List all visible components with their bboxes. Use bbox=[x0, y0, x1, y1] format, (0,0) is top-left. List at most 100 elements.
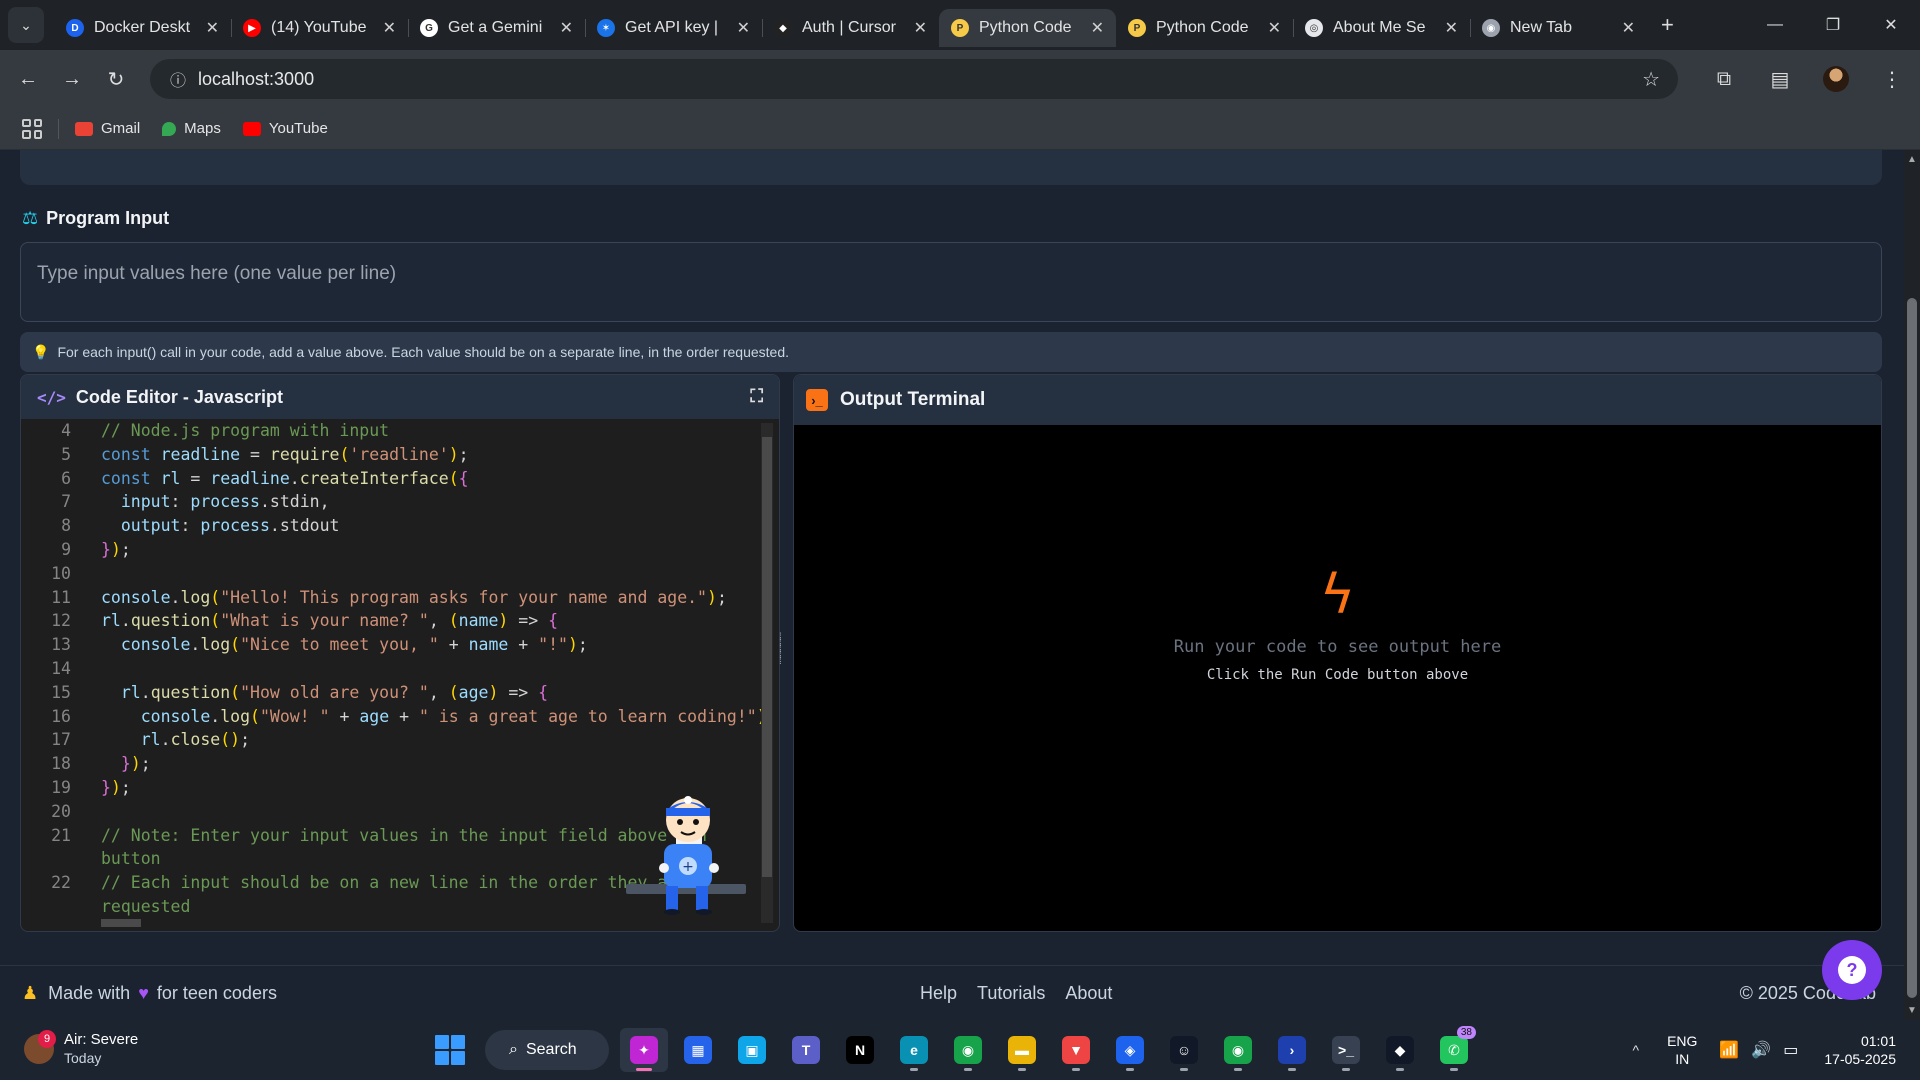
tab-close-icon[interactable]: ✕ bbox=[914, 18, 927, 38]
taskbar-app[interactable]: ✦ bbox=[620, 1028, 668, 1072]
panel-resize-handle[interactable]: ⁞ ⁞ ⁞ ⁞ ⁞ bbox=[779, 633, 791, 675]
code-text: console.log("Wow! " + age + " is a great… bbox=[140, 706, 761, 726]
code-line[interactable]: 7 input: process.stdin, bbox=[21, 490, 761, 514]
tab-close-icon[interactable]: ✕ bbox=[383, 18, 396, 38]
new-tab-button[interactable]: + bbox=[1661, 12, 1674, 38]
code-line[interactable]: 10 bbox=[21, 562, 761, 586]
browser-tab[interactable]: P Python Code ✕ bbox=[939, 9, 1116, 47]
forward-icon[interactable]: → bbox=[50, 68, 94, 91]
taskbar-app[interactable]: › bbox=[1268, 1028, 1316, 1072]
taskbar-app[interactable]: ◈ bbox=[1106, 1028, 1154, 1072]
footer-link-about[interactable]: About bbox=[1065, 983, 1112, 1004]
taskbar-app[interactable]: ▣ bbox=[728, 1028, 776, 1072]
taskbar-app[interactable]: ◆ bbox=[1376, 1028, 1424, 1072]
taskbar-app[interactable]: N bbox=[836, 1028, 884, 1072]
taskbar-app[interactable]: >_ bbox=[1322, 1028, 1370, 1072]
program-input-area[interactable] bbox=[20, 242, 1882, 322]
code-line[interactable]: 15 rl.question("How old are you? ", (age… bbox=[21, 681, 761, 705]
editor-vertical-scrollbar[interactable] bbox=[761, 423, 773, 923]
taskbar-app[interactable]: ▬ bbox=[998, 1028, 1046, 1072]
reload-icon[interactable]: ↻ bbox=[94, 67, 138, 92]
site-info-icon[interactable]: ⓘ bbox=[158, 67, 198, 91]
windows-start-icon[interactable] bbox=[435, 1035, 465, 1065]
minimize-icon[interactable]: — bbox=[1746, 0, 1804, 50]
address-bar[interactable]: ⓘ localhost:3000 ☆ bbox=[150, 59, 1678, 99]
tab-search-button[interactable]: ⌄ bbox=[8, 7, 44, 43]
browser-tab[interactable]: ◆ Auth | Cursor ✕ bbox=[762, 9, 939, 47]
code-line[interactable]: 17 rl.close(); bbox=[21, 728, 761, 752]
code-line[interactable]: 14 bbox=[21, 657, 761, 681]
taskbar-app[interactable]: ◉ bbox=[1214, 1028, 1262, 1072]
restore-icon[interactable]: ❐ bbox=[1804, 0, 1862, 50]
bookmark-maps[interactable]: Maps bbox=[162, 120, 221, 137]
code-line[interactable]: 9}); bbox=[21, 538, 761, 562]
program-input-field[interactable] bbox=[21, 243, 1881, 321]
code-line[interactable]: 5 const readline = require('readline'); bbox=[21, 443, 761, 467]
code-line[interactable]: 16 console.log("Wow! " + age + " is a gr… bbox=[21, 705, 761, 729]
profile-avatar[interactable] bbox=[1808, 66, 1864, 92]
bookmark-star-icon[interactable]: ☆ bbox=[1642, 67, 1660, 92]
system-tray: ^ ENG IN 📶 🔊 ▭ 01:01 17-05-2025 bbox=[1632, 1020, 1920, 1080]
taskbar-app[interactable]: ✆ 38 bbox=[1430, 1026, 1478, 1072]
input-tip: 💡 For each input() call in your code, ad… bbox=[20, 332, 1882, 372]
taskbar-app[interactable]: ☺ bbox=[1160, 1028, 1208, 1072]
footer-link-help[interactable]: Help bbox=[920, 983, 957, 1004]
browser-tab[interactable]: ▶ (14) YouTube ✕ bbox=[231, 9, 408, 47]
weather-widget[interactable]: 9 Air: Severe Today bbox=[24, 1030, 138, 1068]
taskbar-search[interactable]: ⌕ Search bbox=[485, 1030, 609, 1070]
help-button[interactable]: ? bbox=[1822, 940, 1882, 1000]
code-text: input: process.stdin, bbox=[120, 492, 330, 512]
line-number: 11 bbox=[51, 587, 71, 607]
close-window-icon[interactable]: ✕ bbox=[1862, 0, 1920, 50]
code-line[interactable]: 12 rl.question("What is your name? ", (na… bbox=[21, 609, 761, 633]
volume-icon[interactable]: 🔊 bbox=[1751, 1040, 1771, 1060]
bookmark-gmail[interactable]: Gmail bbox=[75, 120, 140, 137]
tab-close-icon[interactable]: ✕ bbox=[560, 18, 573, 38]
line-number: 16 bbox=[51, 706, 71, 726]
extensions-icon[interactable]: ⧉ bbox=[1696, 68, 1752, 91]
show-hidden-icons[interactable]: ^ bbox=[1632, 1042, 1639, 1058]
language-indicator[interactable]: ENG IN bbox=[1667, 1032, 1697, 1068]
editor-horizontal-scrollbar[interactable] bbox=[101, 919, 141, 927]
browser-tab[interactable]: G Get a Gemini ✕ bbox=[408, 9, 585, 47]
code-line[interactable]: 4 // Node.js program with input bbox=[21, 419, 761, 443]
code-line[interactable]: 18 }); bbox=[21, 752, 761, 776]
tab-close-icon[interactable]: ✕ bbox=[737, 18, 750, 38]
browser-tab[interactable]: ◎ About Me Se ✕ bbox=[1293, 9, 1470, 47]
back-icon[interactable]: ← bbox=[6, 68, 50, 91]
code-line[interactable]: 8 output: process.stdout bbox=[21, 514, 761, 538]
taskbar-app[interactable]: ▼ bbox=[1052, 1028, 1100, 1072]
scroll-down-icon[interactable]: ▼ bbox=[1907, 1005, 1917, 1016]
tab-close-icon[interactable]: ✕ bbox=[1622, 18, 1635, 38]
bookmark-youtube[interactable]: YouTube bbox=[242, 120, 328, 137]
scroll-up-icon[interactable]: ▲ bbox=[1907, 154, 1917, 165]
file-explorer-icon: ▬ bbox=[1008, 1036, 1036, 1064]
tab-close-icon[interactable]: ✕ bbox=[1091, 18, 1104, 38]
tab-title: Python Code bbox=[1156, 19, 1249, 36]
code-line[interactable]: 6 const rl = readline.createInterface({ bbox=[21, 467, 761, 491]
taskbar-app[interactable]: e bbox=[890, 1028, 938, 1072]
browser-tab[interactable]: ◉ New Tab ✕ bbox=[1470, 9, 1647, 47]
tab-close-icon[interactable]: ✕ bbox=[1445, 18, 1458, 38]
footer-link-tutorials[interactable]: Tutorials bbox=[977, 983, 1045, 1004]
python-icon: P bbox=[1128, 19, 1146, 37]
tab-close-icon[interactable]: ✕ bbox=[1268, 18, 1281, 38]
clock[interactable]: 01:01 17-05-2025 bbox=[1824, 1032, 1896, 1068]
wifi-icon[interactable]: 📶 bbox=[1719, 1040, 1739, 1060]
battery-icon[interactable]: ▭ bbox=[1783, 1040, 1798, 1060]
browser-tab[interactable]: D Docker Deskt ✕ bbox=[54, 9, 231, 47]
page-scrollbar-thumb[interactable] bbox=[1907, 298, 1917, 998]
fullscreen-icon[interactable]: ⛶ bbox=[750, 386, 763, 407]
code-line[interactable]: 11 console.log("Hello! This program asks … bbox=[21, 586, 761, 610]
reading-mode-icon[interactable]: ▤ bbox=[1752, 67, 1808, 92]
browser-tab[interactable]: ✶ Get API key | ✕ bbox=[585, 9, 762, 47]
code-line[interactable]: 13 console.log("Nice to meet you, " + na… bbox=[21, 633, 761, 657]
taskbar-app[interactable]: T bbox=[782, 1028, 830, 1072]
apps-grid-icon[interactable] bbox=[22, 118, 42, 139]
browser-tab[interactable]: P Python Code ✕ bbox=[1116, 9, 1293, 47]
tab-close-icon[interactable]: ✕ bbox=[206, 18, 219, 38]
taskbar-app[interactable]: ◉ bbox=[944, 1028, 992, 1072]
menu-kebab-icon[interactable]: ⋮ bbox=[1864, 67, 1920, 92]
page-scrollbar[interactable]: ▲ ▼ bbox=[1904, 150, 1920, 1020]
taskbar-app[interactable]: ▦ bbox=[674, 1028, 722, 1072]
